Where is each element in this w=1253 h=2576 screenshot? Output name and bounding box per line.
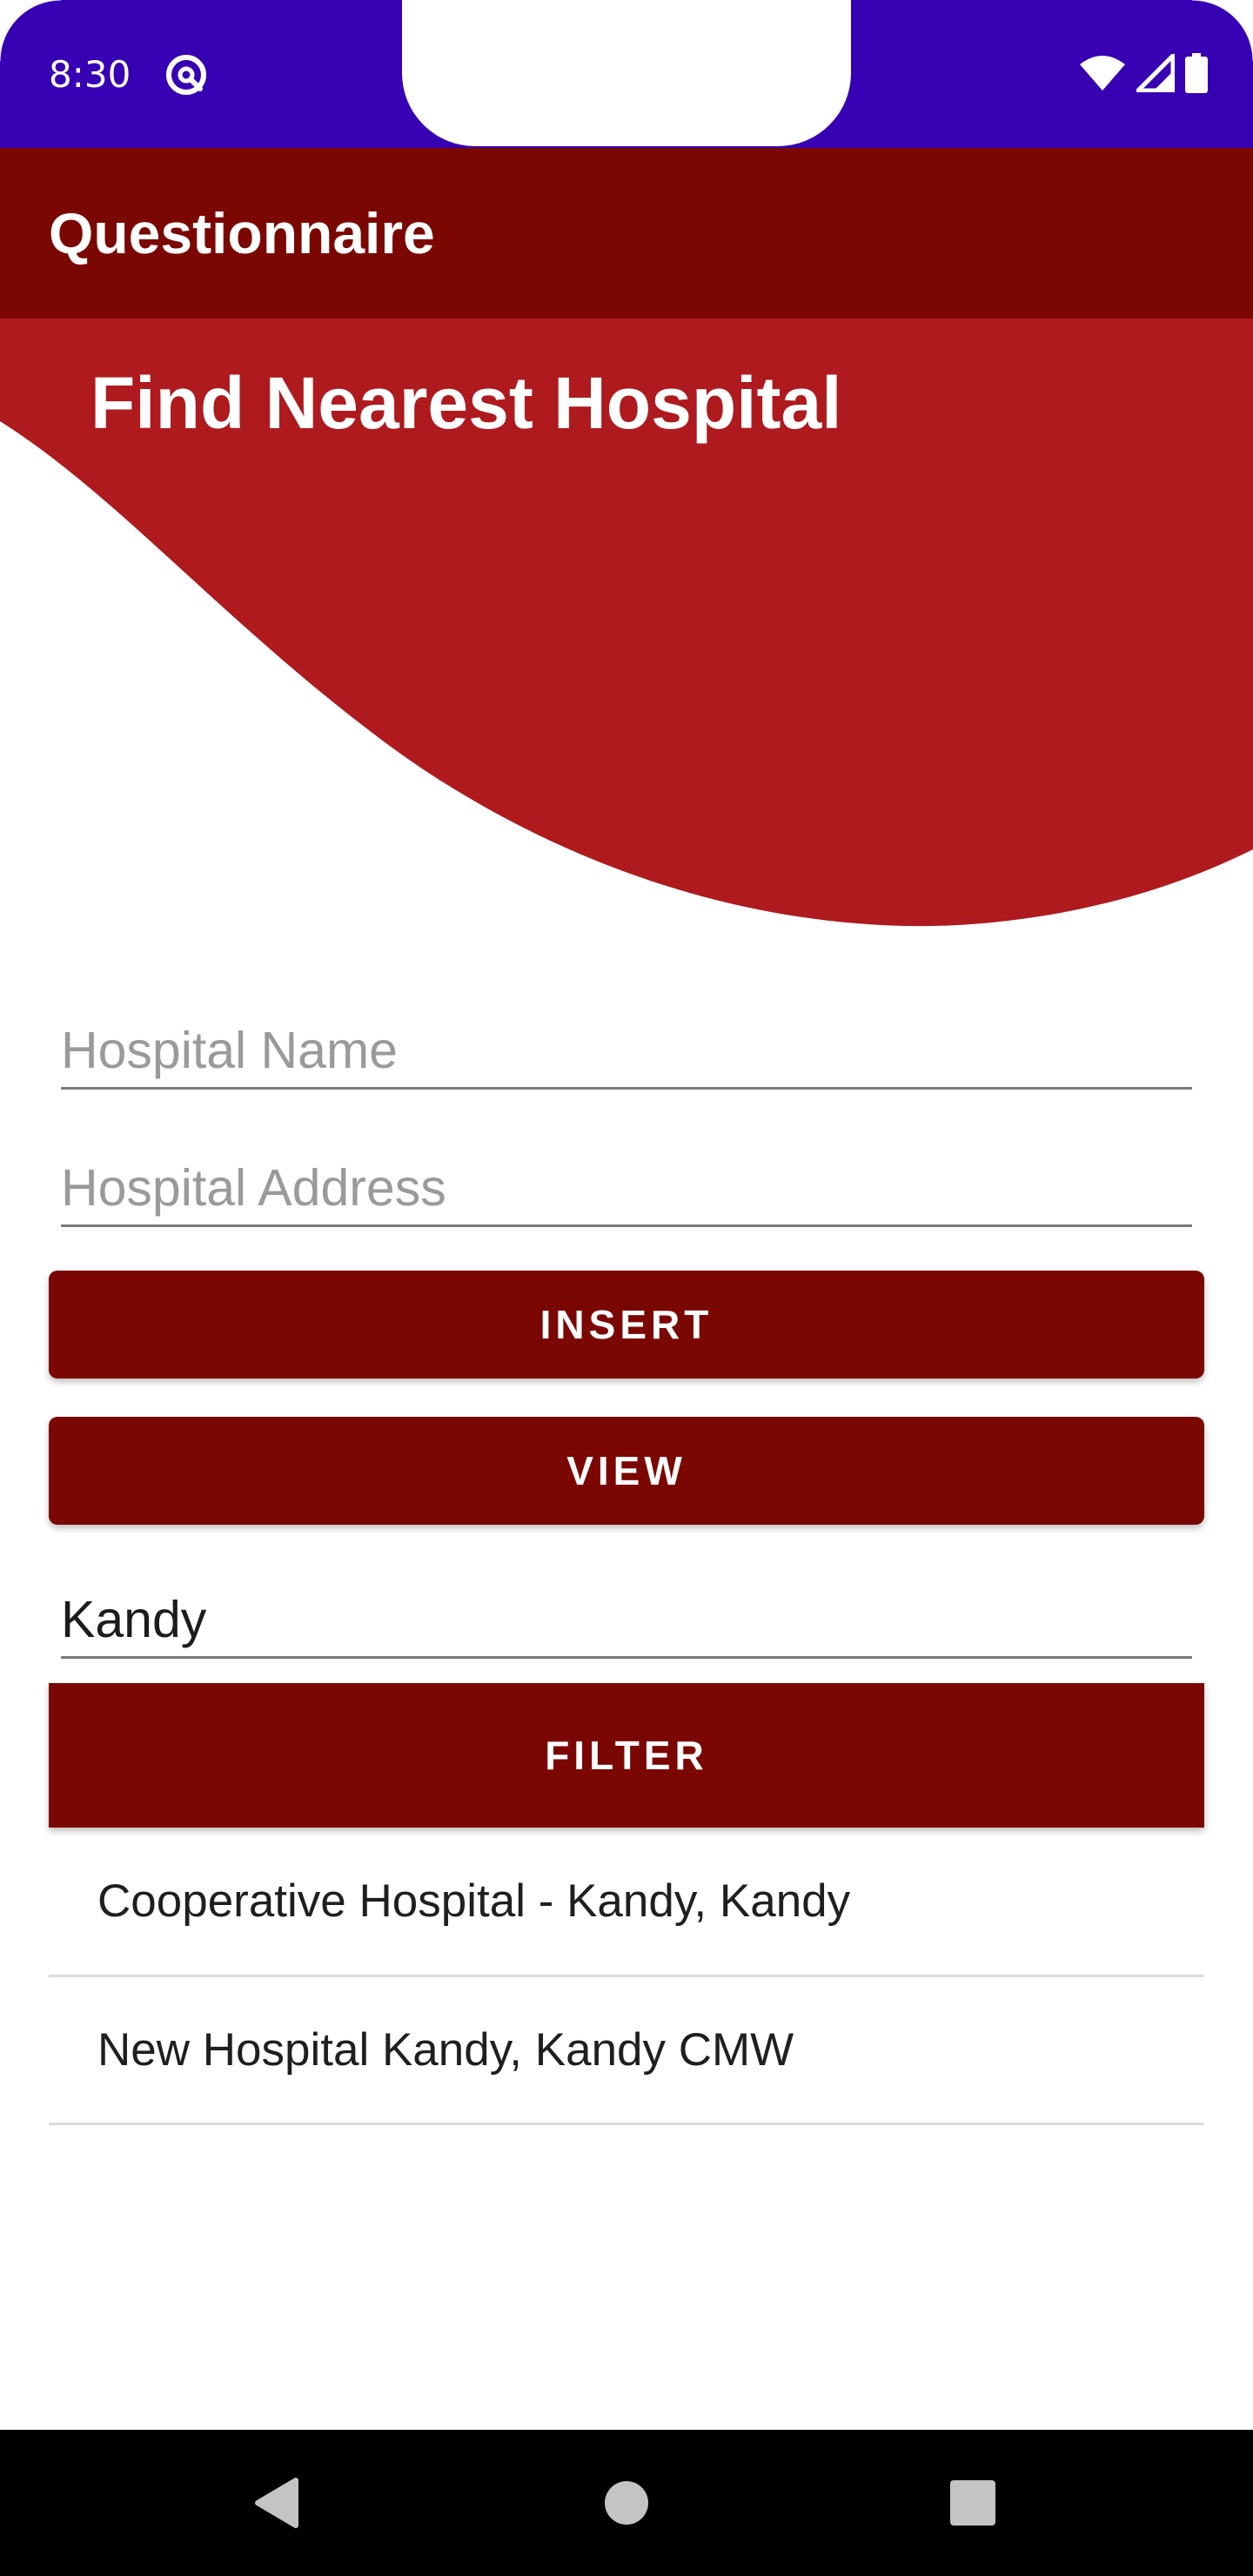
recents-icon[interactable]	[936, 2466, 1009, 2539]
insert-button-label: INSERT	[539, 1302, 714, 1347]
back-icon[interactable]	[240, 2466, 313, 2539]
screen-corner-right	[1192, 0, 1253, 61]
home-icon[interactable]	[590, 2466, 663, 2539]
list-item[interactable]: New Hospital Kandy, Kandy CMW	[49, 1977, 1204, 2125]
do-not-disturb-icon	[164, 52, 209, 97]
list-item[interactable]: Cooperative Hospital - Kandy, Kandy	[49, 1828, 1204, 1977]
wifi-icon	[1079, 54, 1126, 96]
hospital-address-input[interactable]	[61, 1158, 1192, 1218]
list-item-label: New Hospital Kandy, Kandy CMW	[97, 2024, 794, 2076]
filter-button-label: FILTER	[545, 1733, 708, 1778]
cell-signal-icon	[1136, 53, 1176, 96]
filter-field[interactable]	[61, 1575, 1192, 1659]
status-time: 8:30	[49, 53, 131, 96]
view-button-label: VIEW	[566, 1448, 687, 1493]
hospital-results-list: Cooperative Hospital - Kandy, Kandy New …	[49, 1828, 1204, 2125]
hospital-name-field[interactable]	[61, 1006, 1192, 1090]
status-icons	[1079, 53, 1208, 97]
battery-icon	[1185, 53, 1208, 97]
app-screen: 8:30 Questionnaire Find Nearest Hospital…	[0, 0, 1253, 2576]
app-bar: Questionnaire	[0, 148, 1253, 319]
display-notch	[402, 0, 851, 146]
app-bar-title: Questionnaire	[49, 201, 435, 265]
hospital-address-field[interactable]	[61, 1144, 1192, 1227]
list-item-label: Cooperative Hospital - Kandy, Kandy	[97, 1875, 851, 1927]
view-button[interactable]: VIEW	[49, 1417, 1204, 1525]
status-bar: 8:30	[0, 0, 1253, 148]
navigation-bar	[0, 2430, 1253, 2576]
insert-button[interactable]: INSERT	[49, 1271, 1204, 1379]
filter-button[interactable]: FILTER	[49, 1683, 1204, 1828]
filter-input[interactable]	[61, 1590, 1192, 1649]
page-title: Find Nearest Hospital	[90, 362, 842, 444]
hospital-name-input[interactable]	[61, 1021, 1192, 1080]
